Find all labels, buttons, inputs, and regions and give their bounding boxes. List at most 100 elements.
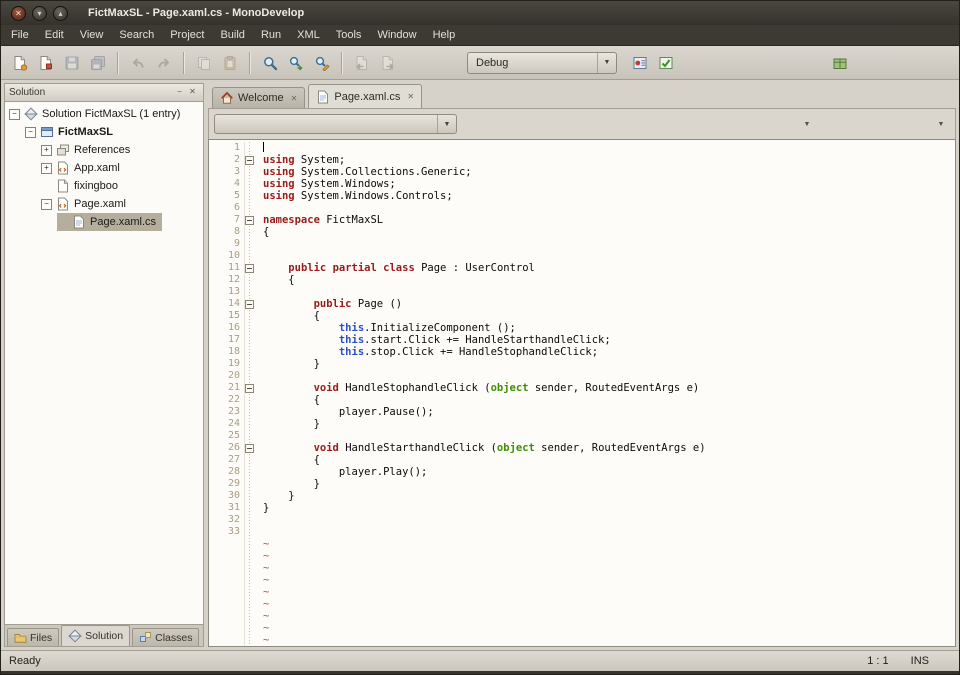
menu-run[interactable]: Run bbox=[253, 25, 289, 45]
tree-item-solution-fictmaxsl-1-entry[interactable]: −Solution FictMaxSL (1 entry) bbox=[5, 105, 203, 123]
line-number: 3 bbox=[209, 166, 245, 178]
fold-margin bbox=[245, 346, 258, 358]
code-line: 9 bbox=[209, 238, 955, 250]
pad-minimize-button[interactable]: − bbox=[173, 86, 186, 99]
fold-margin bbox=[245, 358, 258, 370]
debug-target-combo[interactable]: Debug▼ bbox=[467, 52, 617, 74]
expand-icon[interactable]: + bbox=[41, 145, 52, 156]
line-number: 33 bbox=[209, 526, 245, 538]
package-button[interactable] bbox=[827, 50, 853, 76]
menu-help[interactable]: Help bbox=[425, 25, 464, 45]
tree-item-fictmaxsl[interactable]: −FictMaxSL bbox=[5, 123, 203, 141]
line-number: 18 bbox=[209, 346, 245, 358]
eof-tilde: ~ bbox=[258, 610, 955, 622]
copy-icon bbox=[196, 55, 212, 71]
fold-collapse-icon[interactable] bbox=[245, 216, 254, 225]
tree-item-fixingboo[interactable]: fixingboo bbox=[5, 177, 203, 195]
title-bar[interactable]: ✕▾▴ FictMaxSL - Page.xaml.cs - MonoDevel… bbox=[1, 1, 959, 25]
document-tab-bar: Welcome✕Page.xaml.cs✕ bbox=[208, 83, 956, 108]
save-icon bbox=[64, 55, 80, 71]
pad-tab-files[interactable]: Files bbox=[7, 628, 59, 646]
fold-collapse-icon[interactable] bbox=[245, 300, 254, 309]
solution-tree: −Solution FictMaxSL (1 entry)−FictMaxSL+… bbox=[4, 102, 204, 625]
tab-close-button[interactable]: ✕ bbox=[407, 92, 414, 101]
menu-view[interactable]: View bbox=[72, 25, 112, 45]
line-number: 14 bbox=[209, 298, 245, 310]
code-text: using System; bbox=[258, 154, 955, 166]
collapse-icon[interactable]: − bbox=[9, 109, 20, 120]
prev-document-button bbox=[349, 50, 375, 76]
eof-tilde-row: ~ bbox=[209, 610, 955, 622]
error-pad-button[interactable] bbox=[627, 50, 653, 76]
code-line: 18 this.stop.Click += HandleStophandleCl… bbox=[209, 346, 955, 358]
tab-close-button[interactable]: ✕ bbox=[291, 94, 298, 103]
search-button[interactable] bbox=[257, 50, 283, 76]
code-line: 13 bbox=[209, 286, 955, 298]
tree-item-body[interactable]: −Page.xaml bbox=[41, 195, 132, 213]
type-combo[interactable]: ▼ bbox=[214, 114, 457, 134]
maximize-button[interactable]: ▴ bbox=[53, 6, 68, 21]
close-button[interactable]: ✕ bbox=[11, 6, 26, 21]
pad-tab-solution[interactable]: Solution bbox=[61, 625, 130, 646]
menu-build[interactable]: Build bbox=[212, 25, 252, 45]
line-number-spacer bbox=[209, 622, 245, 634]
chevron-down-icon[interactable]: ▼ bbox=[597, 53, 616, 73]
code-editor[interactable]: 12using System;3using System.Collections… bbox=[208, 139, 956, 647]
tree-item-body[interactable]: Page.xaml.cs bbox=[57, 213, 162, 231]
find-next-button[interactable] bbox=[283, 50, 309, 76]
main-toolbar: Debug▼ bbox=[1, 46, 959, 80]
tree-item-references[interactable]: +References bbox=[5, 141, 203, 159]
menu-search[interactable]: Search bbox=[111, 25, 162, 45]
tree-item-body[interactable]: fixingboo bbox=[41, 177, 124, 195]
tree-item-label: fixingboo bbox=[74, 180, 118, 192]
pad-close-button[interactable]: ✕ bbox=[186, 86, 199, 99]
pad-tab-classes[interactable]: Classes bbox=[132, 628, 199, 646]
menu-window[interactable]: Window bbox=[369, 25, 424, 45]
chevron-down-icon[interactable]: ▼ bbox=[437, 115, 456, 133]
fold-collapse-icon[interactable] bbox=[245, 264, 254, 273]
fold-collapse-icon[interactable] bbox=[245, 384, 254, 393]
save-button bbox=[59, 50, 85, 76]
new-file-button[interactable] bbox=[7, 50, 33, 76]
fold-margin bbox=[245, 238, 258, 250]
tab-welcome[interactable]: Welcome✕ bbox=[212, 87, 305, 108]
solution-icon bbox=[24, 107, 38, 121]
collapse-icon[interactable]: − bbox=[25, 127, 36, 138]
tree-item-body[interactable]: −Solution FictMaxSL (1 entry) bbox=[9, 105, 186, 123]
task-pad-button[interactable] bbox=[653, 50, 679, 76]
menu-tools[interactable]: Tools bbox=[328, 25, 370, 45]
member-combo[interactable]: ▼ bbox=[465, 114, 816, 134]
expand-icon[interactable]: + bbox=[41, 163, 52, 174]
fold-margin bbox=[245, 202, 258, 214]
tree-item-body[interactable]: +App.xaml bbox=[41, 159, 126, 177]
search-icon bbox=[262, 55, 278, 71]
line-number: 1 bbox=[209, 142, 245, 154]
line-number: 28 bbox=[209, 466, 245, 478]
fold-collapse-icon[interactable] bbox=[245, 444, 254, 453]
collapse-icon[interactable]: − bbox=[41, 199, 52, 210]
minimize-button[interactable]: ▾ bbox=[32, 6, 47, 21]
menu-project[interactable]: Project bbox=[162, 25, 212, 45]
code-text: using System.Windows; bbox=[258, 178, 955, 190]
tree-item-app-xaml[interactable]: +App.xaml bbox=[5, 159, 203, 177]
menu-file[interactable]: File bbox=[3, 25, 37, 45]
region-combo[interactable]: ▼ bbox=[824, 114, 950, 134]
chevron-down-icon[interactable]: ▼ bbox=[798, 114, 816, 134]
undo-icon bbox=[130, 55, 146, 71]
code-line: 27 { bbox=[209, 454, 955, 466]
code-text bbox=[258, 430, 955, 442]
menu-xml[interactable]: XML bbox=[289, 25, 328, 45]
tree-item-page-xaml-cs[interactable]: Page.xaml.cs bbox=[5, 213, 203, 231]
code-line: 33 bbox=[209, 526, 955, 538]
tab-page-xaml-cs[interactable]: Page.xaml.cs✕ bbox=[308, 84, 422, 108]
tree-item-body[interactable]: +References bbox=[41, 141, 136, 159]
eof-tilde-row: ~ bbox=[209, 562, 955, 574]
chevron-down-icon[interactable]: ▼ bbox=[932, 114, 950, 134]
tree-item-page-xaml[interactable]: −Page.xaml bbox=[5, 195, 203, 213]
tree-item-body[interactable]: −FictMaxSL bbox=[25, 123, 119, 141]
new-solution-button[interactable] bbox=[33, 50, 59, 76]
fold-collapse-icon[interactable] bbox=[245, 156, 254, 165]
menu-edit[interactable]: Edit bbox=[37, 25, 72, 45]
find-replace-button[interactable] bbox=[309, 50, 335, 76]
line-number: 16 bbox=[209, 322, 245, 334]
